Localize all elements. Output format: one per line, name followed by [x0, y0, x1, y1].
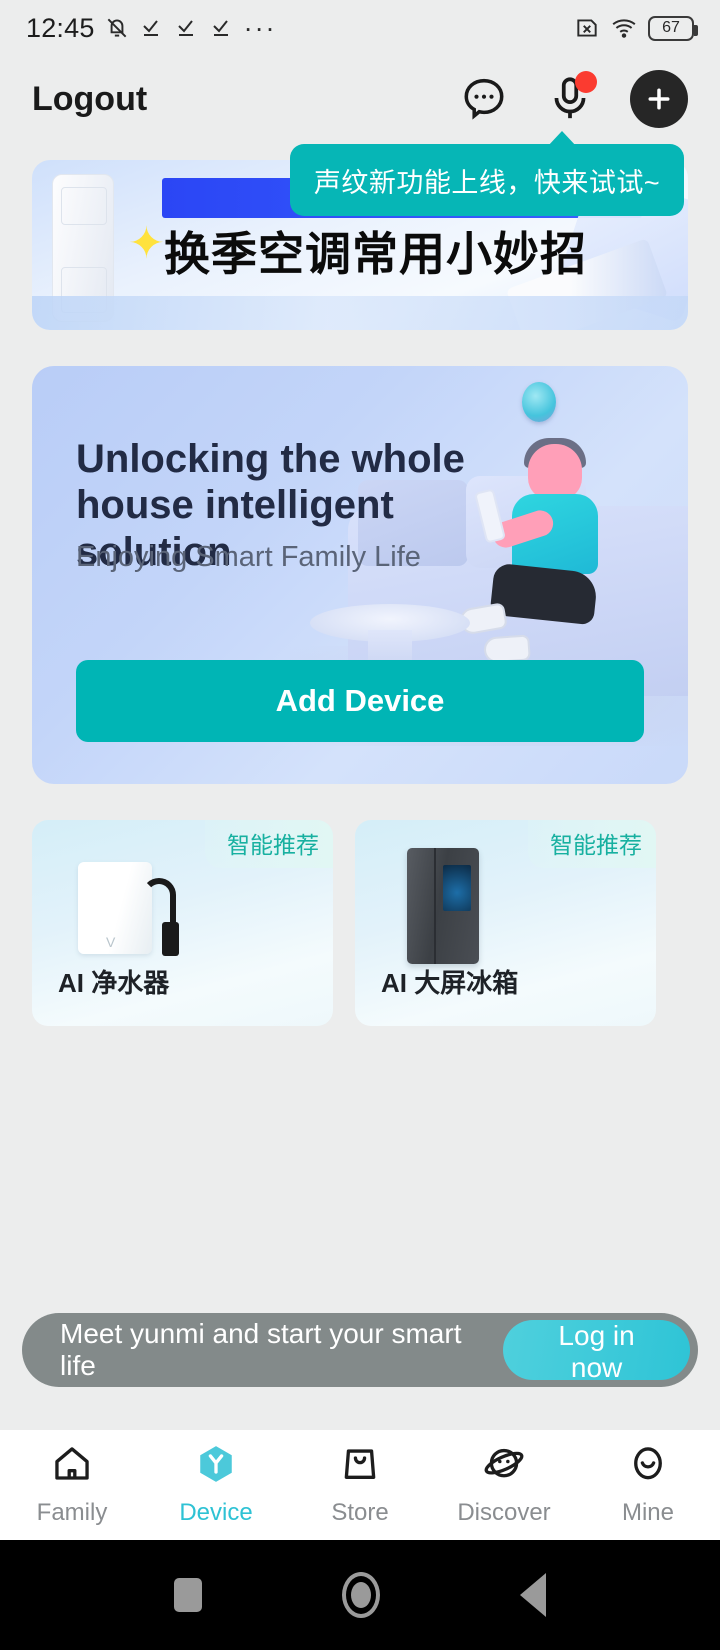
recommendation-card-water-purifier[interactable]: 智能推荐 AI 净水器	[32, 820, 333, 1026]
status-bar-left: 12:45 ···	[26, 13, 277, 44]
check-icon	[174, 15, 200, 41]
smiley-face-icon	[627, 1443, 669, 1490]
tab-label: Device	[179, 1499, 253, 1526]
tooltip-text: 声纹新功能上线，快来试试~	[313, 167, 661, 198]
tab-label: Family	[36, 1499, 108, 1526]
status-badge: 智能推荐	[205, 820, 333, 868]
battery-indicator: 67	[648, 15, 698, 41]
status-time: 12:45	[26, 12, 95, 43]
tab-mine[interactable]: Mine	[576, 1443, 720, 1527]
banner-wave-decor	[32, 296, 688, 330]
tab-store[interactable]: Store	[288, 1443, 432, 1527]
bubble-decor-icon	[522, 382, 556, 422]
recents-square-icon[interactable]	[174, 1578, 202, 1612]
shopping-bag-icon	[339, 1443, 381, 1490]
check-icon	[209, 15, 235, 41]
tab-discover[interactable]: Discover	[432, 1443, 576, 1527]
tab-family[interactable]: Family	[0, 1443, 144, 1527]
login-prompt-text: Meet yunmi and start your smart life	[60, 1318, 462, 1381]
log-in-now-button[interactable]: Log in now	[503, 1320, 690, 1383]
fridge-screen	[443, 865, 471, 911]
status-badge: 智能推荐	[528, 820, 656, 868]
recommendation-name: AI 净水器	[58, 968, 170, 998]
page-title[interactable]: Logout	[32, 80, 147, 119]
check-icon	[139, 15, 165, 41]
tab-device[interactable]: Device	[144, 1443, 288, 1527]
add-device-button[interactable]: Add Device	[76, 660, 644, 742]
no-sim-icon	[574, 15, 600, 41]
add-button[interactable]	[630, 70, 688, 128]
sparkle-icon: ✦	[128, 219, 165, 268]
bottom-tab-bar: Family Device Store Discover Mine	[0, 1430, 720, 1540]
banner-title: 换季空调常用小妙招	[164, 228, 587, 280]
chat-bubble-icon[interactable]	[458, 73, 510, 125]
smart-fridge-icon	[407, 848, 479, 964]
microphone-icon[interactable]	[544, 71, 597, 125]
recommendation-list: 智能推荐 AI 净水器 智能推荐 AI 大屏冰箱	[32, 820, 656, 1026]
faucet-neck	[142, 878, 176, 924]
mute-bell-icon	[104, 15, 130, 41]
overflow-dots-icon: ···	[243, 13, 277, 43]
login-prompt-bar: Meet yunmi and start your smart life Log…	[22, 1313, 698, 1387]
status-bar: 12:45 ··· 67	[0, 0, 720, 56]
header-actions	[458, 70, 688, 128]
system-navigation-bar	[0, 1540, 720, 1650]
home-circle-icon[interactable]	[342, 1572, 380, 1618]
faucet-icon	[142, 878, 182, 956]
hero-subtitle: Enjoying Smart Family Life	[76, 541, 421, 573]
app-header: Logout	[0, 56, 720, 142]
status-bar-right: 67	[574, 15, 698, 41]
tab-label: Store	[331, 1499, 389, 1526]
water-purifier-icon	[78, 862, 152, 954]
back-triangle-icon[interactable]	[520, 1573, 546, 1617]
wifi-icon	[611, 15, 637, 41]
recommendation-card-smart-fridge[interactable]: 智能推荐 AI 大屏冰箱	[355, 820, 656, 1026]
hero-card: Unlocking the whole house intelligent so…	[32, 366, 688, 784]
voiceprint-tooltip[interactable]: 声纹新功能上线，快来试试~	[290, 131, 684, 216]
planet-icon	[483, 1443, 525, 1490]
recommendation-name: AI 大屏冰箱	[381, 968, 519, 998]
app-screen: 12:45 ··· 67 Logout ✦ 换季空调常用小妙招 声纹新功能上线，…	[0, 0, 720, 1650]
tab-label: Discover	[457, 1499, 551, 1526]
faucet-base	[162, 922, 179, 956]
home-icon	[51, 1443, 93, 1490]
battery-level: 67	[662, 19, 680, 36]
mic-notification-badge	[575, 71, 597, 93]
device-shield-icon	[195, 1443, 237, 1490]
tab-label: Mine	[621, 1499, 675, 1526]
